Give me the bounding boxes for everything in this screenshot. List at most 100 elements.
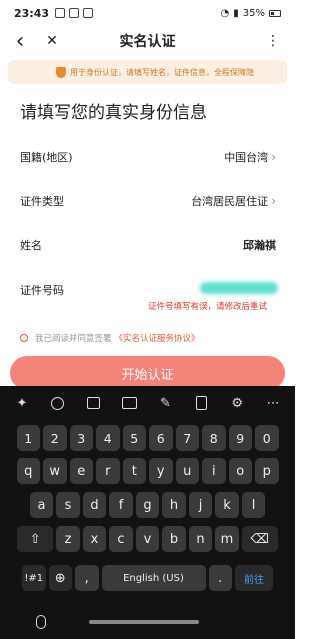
name-value[interactable]: 邱瀚祺 — [243, 237, 276, 253]
doc-type-select[interactable]: 台湾居民居住证 › — [191, 193, 276, 209]
key-i[interactable]: i — [202, 458, 226, 484]
key-v[interactable]: v — [135, 526, 160, 552]
keyboard-row-bottom: !#1 ⊕ , English (US) . 前往 — [0, 565, 295, 591]
keyboard-row-qwerty: q w e r t y u i o p — [0, 458, 295, 484]
key-0[interactable]: 0 — [255, 425, 279, 451]
chevron-right-icon: › — [271, 150, 276, 164]
system-nav-bar — [0, 604, 295, 639]
key-7[interactable]: 7 — [175, 425, 199, 451]
keyboard-icon[interactable] — [116, 391, 144, 415]
doc-type-row[interactable]: 证件类型 台湾居民居住证 › — [20, 190, 276, 212]
app-notification-icon — [83, 8, 94, 18]
system-icons: ◔ ▮ 35% — [221, 8, 281, 19]
period-key[interactable]: . — [208, 565, 232, 591]
space-key[interactable]: English (US) — [101, 565, 206, 591]
key-o[interactable]: o — [228, 458, 252, 484]
id-number-input[interactable] — [196, 279, 276, 299]
key-1[interactable]: 1 — [16, 425, 40, 451]
agreement-row: 我已阅读并同意签署 《实名认证服务协议》 — [20, 330, 200, 346]
key-3[interactable]: 3 — [69, 425, 93, 451]
name-label: 姓名 — [20, 239, 42, 252]
symbols-key[interactable]: !#1 — [22, 565, 46, 591]
agreement-link[interactable]: 《实名认证服务协议》 — [115, 332, 200, 344]
key-2[interactable]: 2 — [43, 425, 67, 451]
status-time: 23:43 — [14, 6, 50, 20]
key-d[interactable]: d — [82, 492, 107, 518]
back-button[interactable]: ‹ — [8, 29, 32, 54]
globe-icon[interactable]: ⊕ — [48, 565, 72, 591]
shield-icon — [56, 66, 66, 78]
key-b[interactable]: b — [162, 526, 186, 552]
key-k[interactable]: k — [215, 492, 239, 518]
app-notification-icon — [55, 8, 66, 18]
key-f[interactable]: f — [109, 492, 133, 518]
backspace-key[interactable]: ⌫ — [241, 526, 278, 552]
key-p[interactable]: p — [255, 458, 279, 484]
signal-icon: ▮ — [233, 7, 239, 19]
key-q[interactable]: q — [16, 458, 40, 484]
key-n[interactable]: n — [188, 526, 213, 552]
doc-type-value: 台湾居民居住证 — [191, 195, 269, 208]
mic-icon[interactable] — [36, 614, 46, 629]
key-w[interactable]: w — [43, 458, 67, 484]
soft-keyboard: ✦ ✎ ⚙ ⋯ 1 2 3 4 5 6 7 8 9 0 q w e r t y … — [0, 386, 295, 639]
wifi-icon: ◔ — [220, 7, 230, 19]
keyboard-row-zxcv: ⇧ z x c v b n m ⌫ — [0, 526, 295, 552]
battery-icon — [269, 9, 281, 17]
id-number-label: 证件号码 — [20, 284, 64, 297]
battery-percent: 35% — [242, 7, 265, 19]
status-bar: 23:43 ◔ ▮ 35% — [0, 0, 295, 26]
key-8[interactable]: 8 — [202, 425, 226, 451]
key-9[interactable]: 9 — [228, 425, 252, 451]
key-u[interactable]: u — [175, 458, 199, 484]
nationality-row[interactable]: 国籍(地区) 中国台湾 › — [20, 146, 276, 168]
close-button[interactable]: ✕ — [40, 30, 64, 52]
start-verification-button[interactable]: 开始认证 — [10, 356, 285, 390]
sparkle-icon[interactable]: ✦ — [8, 391, 36, 415]
key-r[interactable]: r — [96, 458, 120, 484]
key-a[interactable]: a — [29, 492, 54, 518]
nationality-select[interactable]: 中国台湾 › — [224, 149, 276, 165]
key-l[interactable]: l — [241, 492, 266, 518]
nav-bar: ‹ ✕ 实名认证 ⋮ — [0, 26, 295, 56]
handwriting-icon[interactable]: ✎ — [151, 391, 179, 415]
key-z[interactable]: z — [56, 526, 80, 552]
form-heading: 请填写您的真实身份信息 — [20, 103, 207, 123]
nationality-label: 国籍(地区) — [20, 151, 73, 164]
more-icon[interactable]: ⋯ — [259, 391, 287, 415]
keyboard-row-numbers: 1 2 3 4 5 6 7 8 9 0 — [0, 425, 295, 451]
shift-key[interactable]: ⇧ — [17, 526, 54, 552]
key-e[interactable]: e — [69, 458, 93, 484]
nationality-value: 中国台湾 — [224, 151, 269, 164]
keyboard-row-asdf: a s d f g h j k l — [0, 492, 295, 518]
key-c[interactable]: c — [109, 526, 133, 552]
id-error-message: 证件号填写有误，请修改后重试 — [148, 302, 268, 312]
notification-icons — [55, 8, 94, 18]
agreement-text: 我已阅读并同意签署 — [35, 334, 112, 344]
comma-key[interactable]: , — [75, 565, 99, 591]
home-indicator[interactable] — [89, 619, 199, 624]
settings-icon[interactable]: ⚙ — [223, 391, 251, 415]
sticker-icon[interactable] — [80, 391, 108, 415]
key-j[interactable]: j — [188, 492, 213, 518]
key-m[interactable]: m — [215, 526, 239, 552]
key-y[interactable]: y — [149, 458, 173, 484]
go-key[interactable]: 前往 — [235, 565, 273, 591]
doc-type-label: 证件类型 — [20, 195, 64, 208]
key-4[interactable]: 4 — [96, 425, 120, 451]
key-t[interactable]: t — [122, 458, 146, 484]
privacy-notice: 用于身份认证，请填写姓名，证件信息，全程保障隐 — [8, 60, 287, 84]
privacy-notice-text: 用于身份认证，请填写姓名，证件信息，全程保障隐 — [70, 67, 254, 77]
keyboard-toolbar: ✦ ✎ ⚙ ⋯ — [0, 386, 295, 420]
key-5[interactable]: 5 — [122, 425, 146, 451]
key-6[interactable]: 6 — [149, 425, 173, 451]
chevron-right-icon: › — [271, 194, 276, 208]
emoji-icon[interactable] — [44, 391, 72, 415]
key-g[interactable]: g — [135, 492, 160, 518]
agreement-checkbox[interactable] — [20, 334, 28, 342]
more-button[interactable]: ⋮ — [261, 30, 285, 52]
key-x[interactable]: x — [82, 526, 107, 552]
clipboard-icon[interactable] — [187, 391, 215, 415]
key-h[interactable]: h — [162, 492, 186, 518]
key-s[interactable]: s — [56, 492, 80, 518]
